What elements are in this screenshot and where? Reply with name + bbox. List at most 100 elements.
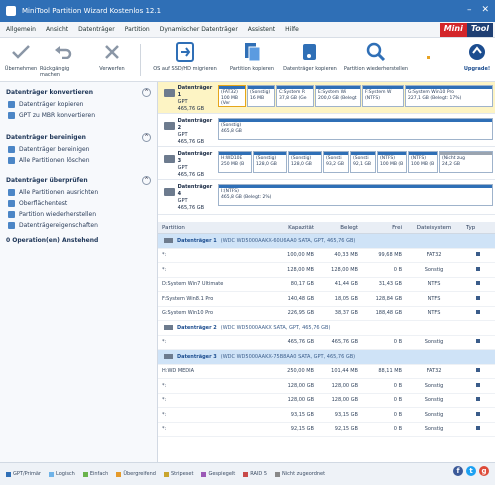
partition-block[interactable]: H:WD10E 250 MB (B <box>218 151 252 173</box>
undo-icon <box>53 41 73 63</box>
sidebar-item-partition-recovery[interactable]: Partition wiederherstellen <box>0 209 157 220</box>
disk-map-row[interactable]: Datenträger 3 GPT 465,76 GB H:WD10E 250 MB … <box>158 148 495 180</box>
menu-dynamic-disk[interactable]: Dynamischer Datenträger <box>160 26 238 33</box>
partition-block[interactable]: G:System Win10 Pro 227,1 GB (Belegt: 17%) <box>405 85 493 107</box>
app-window: MiniTool Partition Wizard Kostenlos 12.1… <box>0 0 495 485</box>
partition-table: Partition Kapazität Belegt Frei Dateisys… <box>158 222 495 462</box>
legend-item: Logisch <box>49 471 75 477</box>
close-button[interactable]: ✕ <box>481 5 489 15</box>
table-row[interactable]: G:System Win10 Pro 226,95 GB 38,37 GB 188,4… <box>158 307 495 321</box>
recovery-icon <box>8 211 15 218</box>
partition-block[interactable]: (NTFS) 100 MB (B <box>408 151 438 173</box>
table-row[interactable]: *: 93,15 GB 93,15 GB 0 B Sonstig <box>158 408 495 423</box>
disk-row[interactable]: Datenträger 3 (WDC WD5000AAKX-75B8AA0 SAT… <box>158 350 495 365</box>
collapse-icon[interactable]: ⌃ <box>142 176 151 185</box>
minimize-button[interactable]: – <box>467 5 472 15</box>
table-row[interactable]: *: 128,00 MB 128,00 MB 0 B Sonstig <box>158 263 495 278</box>
table-row[interactable]: *: 465,76 GB 465,76 GB 0 B Sonstig <box>158 336 495 350</box>
type-icon <box>476 266 480 271</box>
partition-block[interactable]: E:System Wi 200,0 GB (Belegt <box>315 85 361 107</box>
disk-map-row[interactable]: Datenträger 1 GPT 465,76 GB (FAT32) 100 MB … <box>158 82 495 114</box>
copy-disk-button[interactable]: Datenträger kopieren <box>282 41 338 72</box>
upgrade-button[interactable]: Upgrade! <box>462 41 492 72</box>
type-icon <box>476 426 480 431</box>
disk-row[interactable]: Datenträger 2 (WDC WD5000AAKX SATA, GPT, … <box>158 321 495 336</box>
menu-general[interactable]: Allgemein <box>6 26 36 33</box>
legend-swatch <box>201 471 207 477</box>
table-row[interactable]: *: 128,00 GB 128,00 GB 0 B Sonstig <box>158 394 495 408</box>
legend-swatch <box>6 471 11 477</box>
partition-block[interactable]: C:System R 37,8 GB (Ge <box>276 85 314 107</box>
menu-wizard[interactable]: Assistent <box>248 26 275 33</box>
sidebar-item-disk-properties[interactable]: Datenträgereigenschaften <box>0 220 157 231</box>
sidebar-item-copy-disk[interactable]: Datenträger kopieren <box>0 99 157 110</box>
menu-help[interactable]: Hilfe <box>285 26 299 33</box>
facebook-icon[interactable]: f <box>453 466 463 476</box>
sidebar-group-convert[interactable]: Datenträger konvertieren ⌃ <box>0 86 157 99</box>
googleplus-icon[interactable]: g <box>479 466 489 476</box>
legend-item: Übergreifend <box>116 471 156 477</box>
wipe-icon <box>8 146 15 153</box>
partition-block[interactable]: (Sonsti 93,2 GB <box>323 151 349 173</box>
sidebar-item-surface-test[interactable]: Oberflächentest <box>0 198 157 209</box>
partition-block[interactable]: (Sonsti 92,1 GB <box>350 151 376 173</box>
twitter-icon[interactable]: t <box>466 466 476 476</box>
brand-logo: Mini Tool <box>439 23 493 37</box>
delete-icon <box>8 157 15 164</box>
copy-partition-icon <box>242 41 262 63</box>
sidebar-item-delete-all[interactable]: Alle Partitionen löschen <box>0 155 157 166</box>
align-icon <box>8 189 15 196</box>
disk-map-row[interactable]: Datenträger 2 GPT 465,76 GB (Sonstig) 465,8… <box>158 115 495 147</box>
copy-partition-button[interactable]: Partition kopieren <box>226 41 278 72</box>
partition-block[interactable]: (Sonstig) 128,0 GB <box>288 151 322 173</box>
sidebar-item-align-all[interactable]: Alle Partitionen ausrichten <box>0 187 157 198</box>
menu-disk[interactable]: Datenträger <box>78 26 115 33</box>
legend-swatch <box>243 471 249 477</box>
collapse-icon[interactable]: ⌃ <box>142 133 151 142</box>
collapse-icon[interactable]: ⌃ <box>142 88 151 97</box>
legend-item: Gespiegelt <box>201 471 235 477</box>
partition-block[interactable]: (Sonstig) 465,8 GB <box>218 118 493 140</box>
table-row[interactable]: *: 92,15 GB 92,15 GB 0 B Sonstig <box>158 423 495 437</box>
table-row[interactable]: D:System Win7 Ultimate 80,17 GB 41,44 GB 31… <box>158 278 495 292</box>
social-links: ftg <box>453 466 489 476</box>
partition-block[interactable]: I:(NTFS) 465,8 GB (Belegt: 2%) <box>218 184 493 206</box>
apply-button[interactable]: Übernehmen <box>4 41 38 72</box>
os-migrate-button[interactable]: OS auf SSD/HD migrieren <box>148 41 222 72</box>
table-row[interactable]: H:WD MEDIA 250,00 MB 101,44 MB 88,11 MB FAT3… <box>158 365 495 379</box>
sidebar-group-check[interactable]: Datenträger überprüfen ⌃ <box>0 174 157 187</box>
disk-map-row[interactable]: Datenträger 4 GPT 465,76 GB I:(NTFS) 465,8 … <box>158 181 495 215</box>
partition-block[interactable]: (Sonstig) 128,0 GB <box>253 151 287 173</box>
properties-icon <box>8 222 15 229</box>
disk-row[interactable]: Datenträger 1 (WDC WD5000AAKX-60U6AA0 SAT… <box>158 234 495 249</box>
menu-bar: Allgemein Ansicht Datenträger Partition … <box>0 22 495 38</box>
window-title: MiniTool Partition Wizard Kostenlos 12.1 <box>22 7 162 15</box>
legend-item: GPT/Primär <box>6 471 41 477</box>
legend-swatch <box>116 471 122 477</box>
hard-disk-icon <box>164 354 173 360</box>
table-row[interactable]: *: 128,00 GB 128,00 GB 0 B Sonstig <box>158 379 495 394</box>
type-icon <box>476 339 480 344</box>
table-header: Partition Kapazität Belegt Frei Dateisys… <box>158 222 495 234</box>
partition-block[interactable]: (Sonstig) 16 MB <box>247 85 275 107</box>
partition-block[interactable]: (FAT32) 100 MB (Ver <box>218 85 246 107</box>
type-icon <box>476 295 480 300</box>
sidebar-item-wipe-disk[interactable]: Datenträger bereinigen <box>0 144 157 155</box>
sidebar-group-clean[interactable]: Datenträger bereinigen ⌃ <box>0 131 157 144</box>
partition-block[interactable]: F:System W (NTFS) <box>362 85 404 107</box>
legend-item: Einfach <box>82 471 108 477</box>
toolbar: Übernehmen Rückgängig machen Verwerfen O… <box>0 38 495 82</box>
menu-view[interactable]: Ansicht <box>46 26 68 33</box>
upgrade-icon <box>467 41 487 63</box>
table-row[interactable]: F:System Win8.1 Pro 140,48 GB 18,05 GB 128,… <box>158 292 495 307</box>
sidebar-item-gpt-to-mbr[interactable]: GPT zu MBR konvertieren <box>0 110 157 121</box>
surface-test-icon <box>8 200 15 207</box>
partition-block[interactable]: (NTFS) 100 MB (B <box>377 151 407 173</box>
partition-block[interactable]: (Nicht zug 24,2 GB <box>439 151 493 173</box>
undo-button[interactable]: Rückgängig machen <box>40 41 86 78</box>
discard-button[interactable]: Verwerfen <box>92 41 132 72</box>
menu-partition[interactable]: Partition <box>125 26 150 33</box>
legend-item: RAID 5 <box>243 471 267 477</box>
partition-recovery-button[interactable]: Partition wiederherstellen <box>340 41 412 72</box>
table-row[interactable]: *: 100,00 MB 40,33 MB 99,68 MB FAT32 <box>158 249 495 263</box>
